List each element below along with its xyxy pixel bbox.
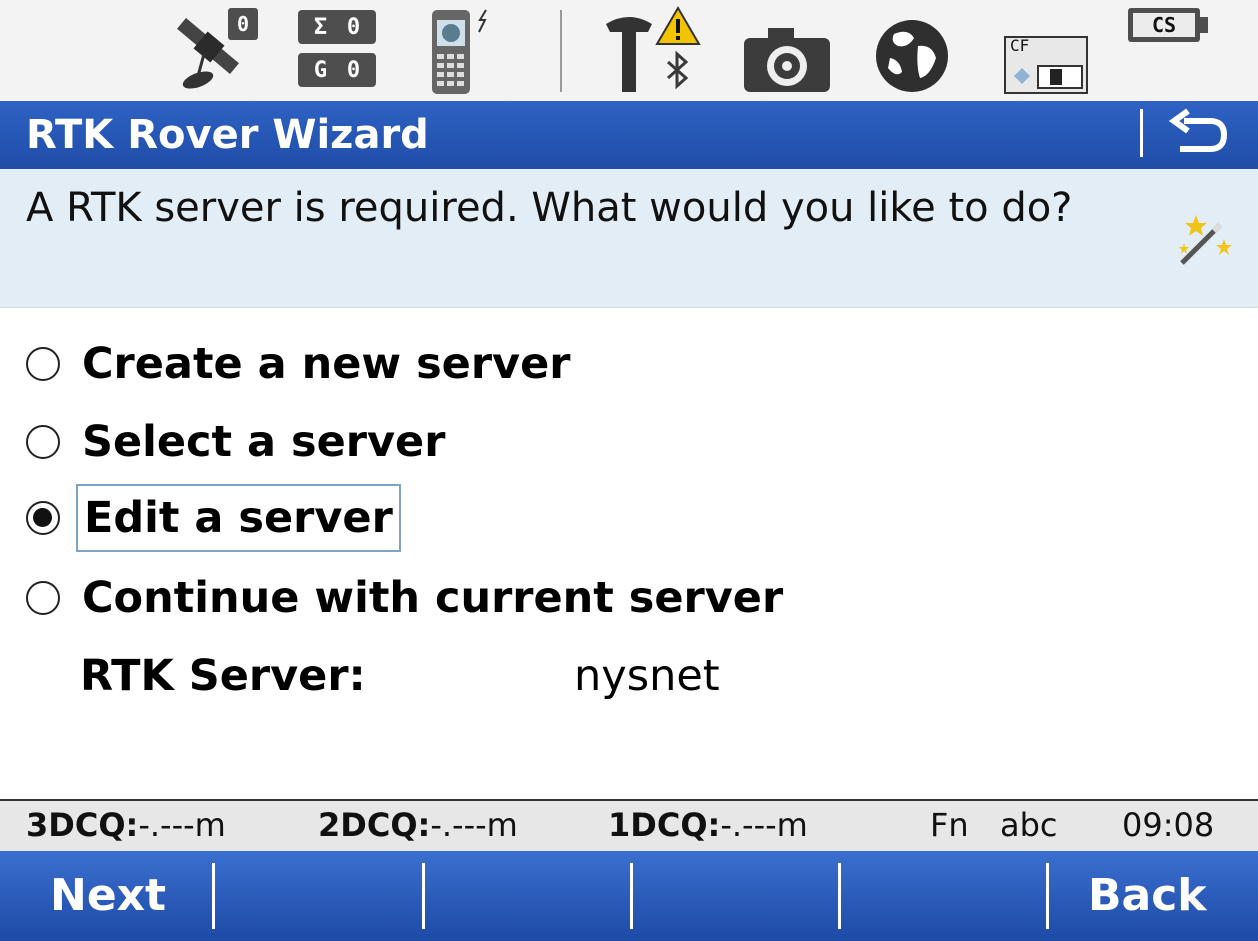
radio-continue-current-server[interactable]: [26, 581, 60, 615]
q1-readout: 1DCQ:-.---m: [608, 806, 808, 844]
option-edit-server[interactable]: Edit a server: [26, 484, 401, 552]
globe-icon[interactable]: [872, 16, 952, 96]
undo-icon: [1168, 108, 1228, 152]
input-mode-indicator: abc: [1000, 806, 1058, 844]
sigma-counter[interactable]: Σ 0: [298, 10, 376, 44]
status-icon-bar: 0 Σ 0 G 0 CF CS: [0, 0, 1258, 102]
fn-indicator: Fn: [930, 806, 969, 844]
softkey-3[interactable]: [426, 851, 628, 941]
softkey-separator: [838, 863, 841, 929]
softkey-bar: Next Back: [0, 851, 1258, 941]
softkey-separator: [212, 863, 215, 929]
option-create-new-server[interactable]: Create a new server: [26, 330, 576, 398]
q3-readout: 3DCQ:-.---m: [26, 806, 226, 844]
radio-select-server[interactable]: [26, 425, 60, 459]
softkey-2[interactable]: [216, 851, 420, 941]
softkey-5[interactable]: [842, 851, 1044, 941]
bluetooth-icon[interactable]: [660, 48, 696, 94]
clock: 09:08: [1122, 806, 1215, 844]
softkey-separator: [1046, 863, 1049, 929]
rtk-server-label: RTK Server:: [80, 651, 366, 701]
option-label: Select a server: [82, 417, 446, 467]
radio-create-new-server[interactable]: [26, 347, 60, 381]
q2-readout: 2DCQ:-.---m: [318, 806, 518, 844]
g-counter[interactable]: G 0: [298, 53, 376, 87]
wizard-wand-icon: [1174, 209, 1236, 275]
option-select-server[interactable]: Select a server: [26, 408, 451, 476]
softkey-4[interactable]: [634, 851, 836, 941]
option-label: Continue with current server: [82, 573, 784, 623]
softkey-separator: [422, 863, 425, 929]
antenna-icon[interactable]: [604, 10, 654, 94]
rtk-server-value: nysnet: [574, 651, 720, 701]
wizard-prompt: A RTK server is required. What would you…: [0, 169, 1258, 308]
toolbar-separator: [560, 10, 562, 92]
prompt-text: A RTK server is required. What would you…: [26, 185, 1073, 231]
page-title: RTK Rover Wizard: [26, 112, 429, 158]
camera-icon[interactable]: [742, 24, 832, 94]
quality-status-bar: 3DCQ:-.---m 2DCQ:-.---m 1DCQ:-.---m Fn a…: [0, 799, 1258, 851]
cf-card-icon[interactable]: CF: [1004, 36, 1088, 94]
option-label: Create a new server: [82, 339, 571, 389]
phone-icon[interactable]: [428, 6, 498, 96]
cf-card-label: CF: [1010, 36, 1030, 55]
option-label: Edit a server: [76, 484, 401, 552]
warning-icon[interactable]: [655, 6, 701, 46]
satellite-count: 0: [228, 8, 258, 40]
softkey-separator: [630, 863, 633, 929]
title-bar: RTK Rover Wizard: [0, 101, 1258, 169]
undo-button[interactable]: [1162, 107, 1232, 163]
option-continue-current-server[interactable]: Continue with current server: [26, 564, 789, 632]
radio-edit-server[interactable]: [26, 501, 60, 535]
battery-icon[interactable]: CS: [1128, 8, 1212, 46]
back-button[interactable]: Back: [1088, 851, 1207, 941]
next-button[interactable]: Next: [50, 851, 166, 941]
battery-label: CS: [1133, 13, 1195, 37]
title-separator: [1140, 109, 1143, 157]
